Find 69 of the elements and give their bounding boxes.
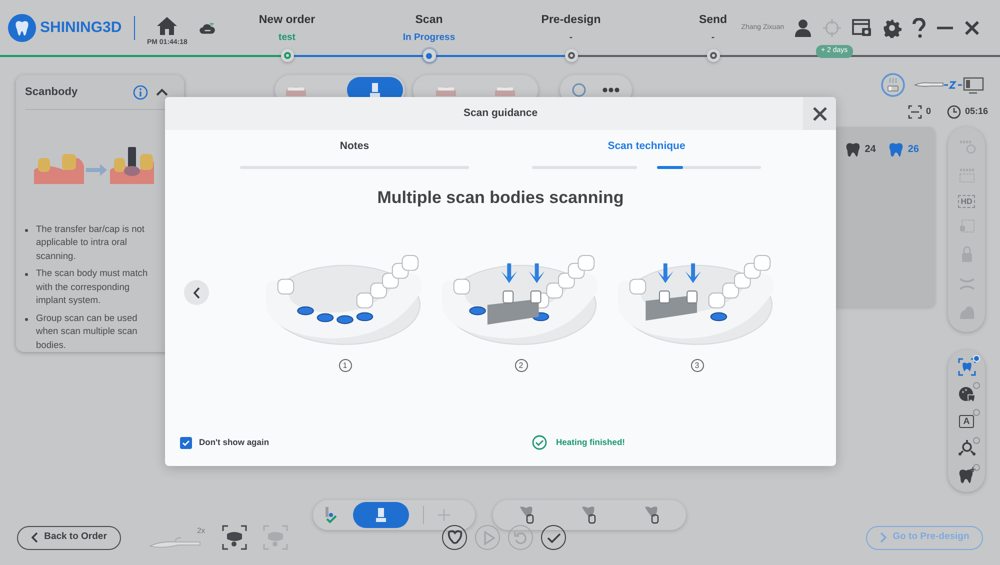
tab[interactable]: Notes — [340, 139, 370, 153]
dialog-title: Scan guidance — [462, 106, 539, 121]
step-status: - — [569, 32, 573, 44]
step-label: New order — [258, 13, 316, 27]
scanbody-button[interactable] — [353, 502, 409, 528]
previous-button[interactable] — [184, 280, 209, 305]
more-icon[interactable] — [602, 87, 620, 93]
tooth-scanbody-icon[interactable] — [518, 506, 536, 524]
chevron-left-icon — [192, 286, 200, 298]
bullet-icon — [25, 318, 28, 320]
tooth-number[interactable]: 24 — [864, 142, 876, 157]
timer-icon — [946, 105, 961, 119]
scan-count-icon — [908, 105, 922, 119]
brand-name: SHINING3D — [40, 18, 122, 38]
step-number: 3 — [690, 359, 704, 372]
note-text: The scan body must match with the corresponding implant system. — [36, 267, 149, 307]
implant-tool-icon[interactable] — [570, 81, 588, 99]
tooth-frame-icon[interactable] — [958, 358, 976, 376]
help-icon[interactable] — [912, 18, 926, 38]
collapse-icon[interactable] — [156, 87, 168, 98]
scanbody-icon — [375, 507, 387, 523]
bullet-icon — [25, 273, 28, 276]
tooth-check-icon[interactable] — [323, 506, 339, 524]
status-message: Heating finished! — [556, 436, 625, 449]
checkbox[interactable] — [180, 436, 192, 448]
step-status: In Progress — [402, 32, 456, 44]
close-icon[interactable] — [964, 20, 980, 36]
align-icon[interactable] — [958, 439, 976, 458]
tooth-scanbody-icon[interactable] — [642, 506, 661, 524]
panel-title: Scanbody — [25, 85, 78, 100]
hd-button[interactable]: HD — [958, 194, 976, 208]
close-icon — [812, 106, 826, 120]
check-circle-icon — [532, 435, 548, 450]
checkbox-label[interactable]: Don't show again — [199, 436, 270, 449]
scanner-drawing — [149, 536, 203, 550]
tooth-icon[interactable] — [888, 141, 904, 158]
note-text: Group scan can be used when scan multiple scan bodies. — [36, 312, 138, 352]
scan-timer: 05:16 — [964, 105, 988, 118]
user-icon[interactable] — [794, 19, 812, 37]
scanbody-icon — [369, 82, 381, 98]
tooth-scanbody-icon[interactable] — [580, 506, 598, 524]
scan-frame-icon[interactable] — [222, 525, 247, 550]
step-status: test — [278, 32, 296, 44]
chevron-right-icon — [880, 532, 887, 543]
scan-count: 0 — [926, 105, 931, 118]
step-label: Send — [698, 13, 728, 27]
chevron-left-icon — [31, 532, 38, 543]
tooth-sparkle-icon[interactable] — [958, 466, 976, 484]
back-button[interactable]: Back to Order — [17, 526, 121, 550]
step-label: Scan — [415, 13, 443, 27]
home-icon[interactable] — [156, 16, 178, 36]
scanner-connection-drawing — [913, 76, 985, 94]
step-status: - — [711, 32, 715, 44]
step-number: 1 — [338, 359, 352, 372]
bullet-icon — [25, 228, 28, 232]
settings-icon[interactable] — [882, 18, 902, 38]
step-number: 2 — [514, 359, 528, 372]
guide-heading: Multiple scan bodies scanning — [376, 187, 625, 209]
close-button[interactable] — [803, 97, 836, 130]
palette-icon[interactable] — [958, 384, 976, 403]
text-mark-button[interactable]: A — [959, 414, 974, 428]
note-text: The transfer bar/cap is not applicable to intra oral scanning. — [36, 222, 146, 263]
step-label: Pre-design — [541, 13, 601, 27]
info-icon[interactable] — [133, 84, 148, 100]
check-button[interactable] — [541, 525, 566, 550]
heater-icon — [881, 73, 905, 97]
tooth-icon[interactable] — [844, 141, 861, 158]
screenshot-icon[interactable] — [852, 19, 872, 37]
tab[interactable]: Scan technique — [608, 139, 686, 153]
